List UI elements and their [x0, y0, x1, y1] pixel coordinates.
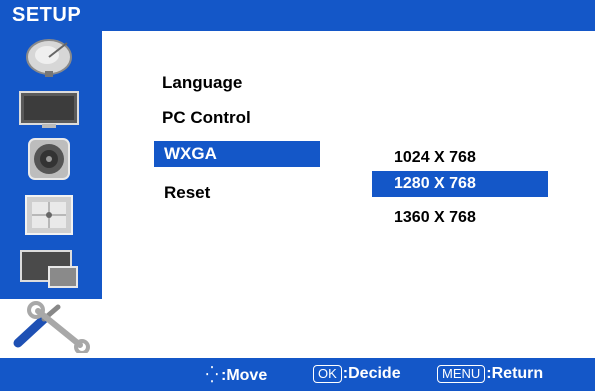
sidebar: [0, 31, 102, 299]
submenu-option-1280x768[interactable]: 1280 X 768: [372, 171, 548, 197]
menu-item-wxga[interactable]: WXGA: [154, 141, 320, 167]
setup-tools-icon[interactable]: [0, 299, 102, 355]
picture-icon[interactable]: [6, 88, 92, 128]
decide-label: :Decide: [342, 365, 401, 382]
pip-icon[interactable]: [6, 249, 92, 289]
submenu-option-1360x768[interactable]: 1360 X 768: [394, 209, 476, 227]
timer-icon[interactable]: [6, 195, 92, 235]
move-label: :Move: [221, 367, 268, 384]
menu-key: MENU: [437, 365, 486, 383]
menu-item-language[interactable]: Language: [162, 73, 242, 93]
decide-hint: OK:Decide: [313, 365, 401, 383]
menu-item-pc-control[interactable]: PC Control: [162, 108, 251, 128]
page-title: SETUP: [12, 4, 82, 26]
satellite-dish-icon[interactable]: [6, 37, 92, 77]
move-arrows-icon: ⁛: [205, 367, 219, 384]
title-bar: SETUP: [0, 0, 595, 31]
menu-item-reset[interactable]: Reset: [164, 183, 210, 203]
setup-screen: SETUP Language PC Control WXGA Reset 102…: [0, 0, 595, 391]
move-hint: ⁛:Move: [205, 365, 268, 385]
submenu-option-1024x768[interactable]: 1024 X 768: [394, 149, 476, 167]
footer-hint-bar: ⁛:Move OK:Decide MENU:Return: [0, 358, 595, 391]
return-label: :Return: [486, 365, 544, 382]
speaker-icon[interactable]: [6, 138, 92, 180]
return-hint: MENU:Return: [437, 365, 543, 383]
ok-key: OK: [313, 365, 342, 383]
